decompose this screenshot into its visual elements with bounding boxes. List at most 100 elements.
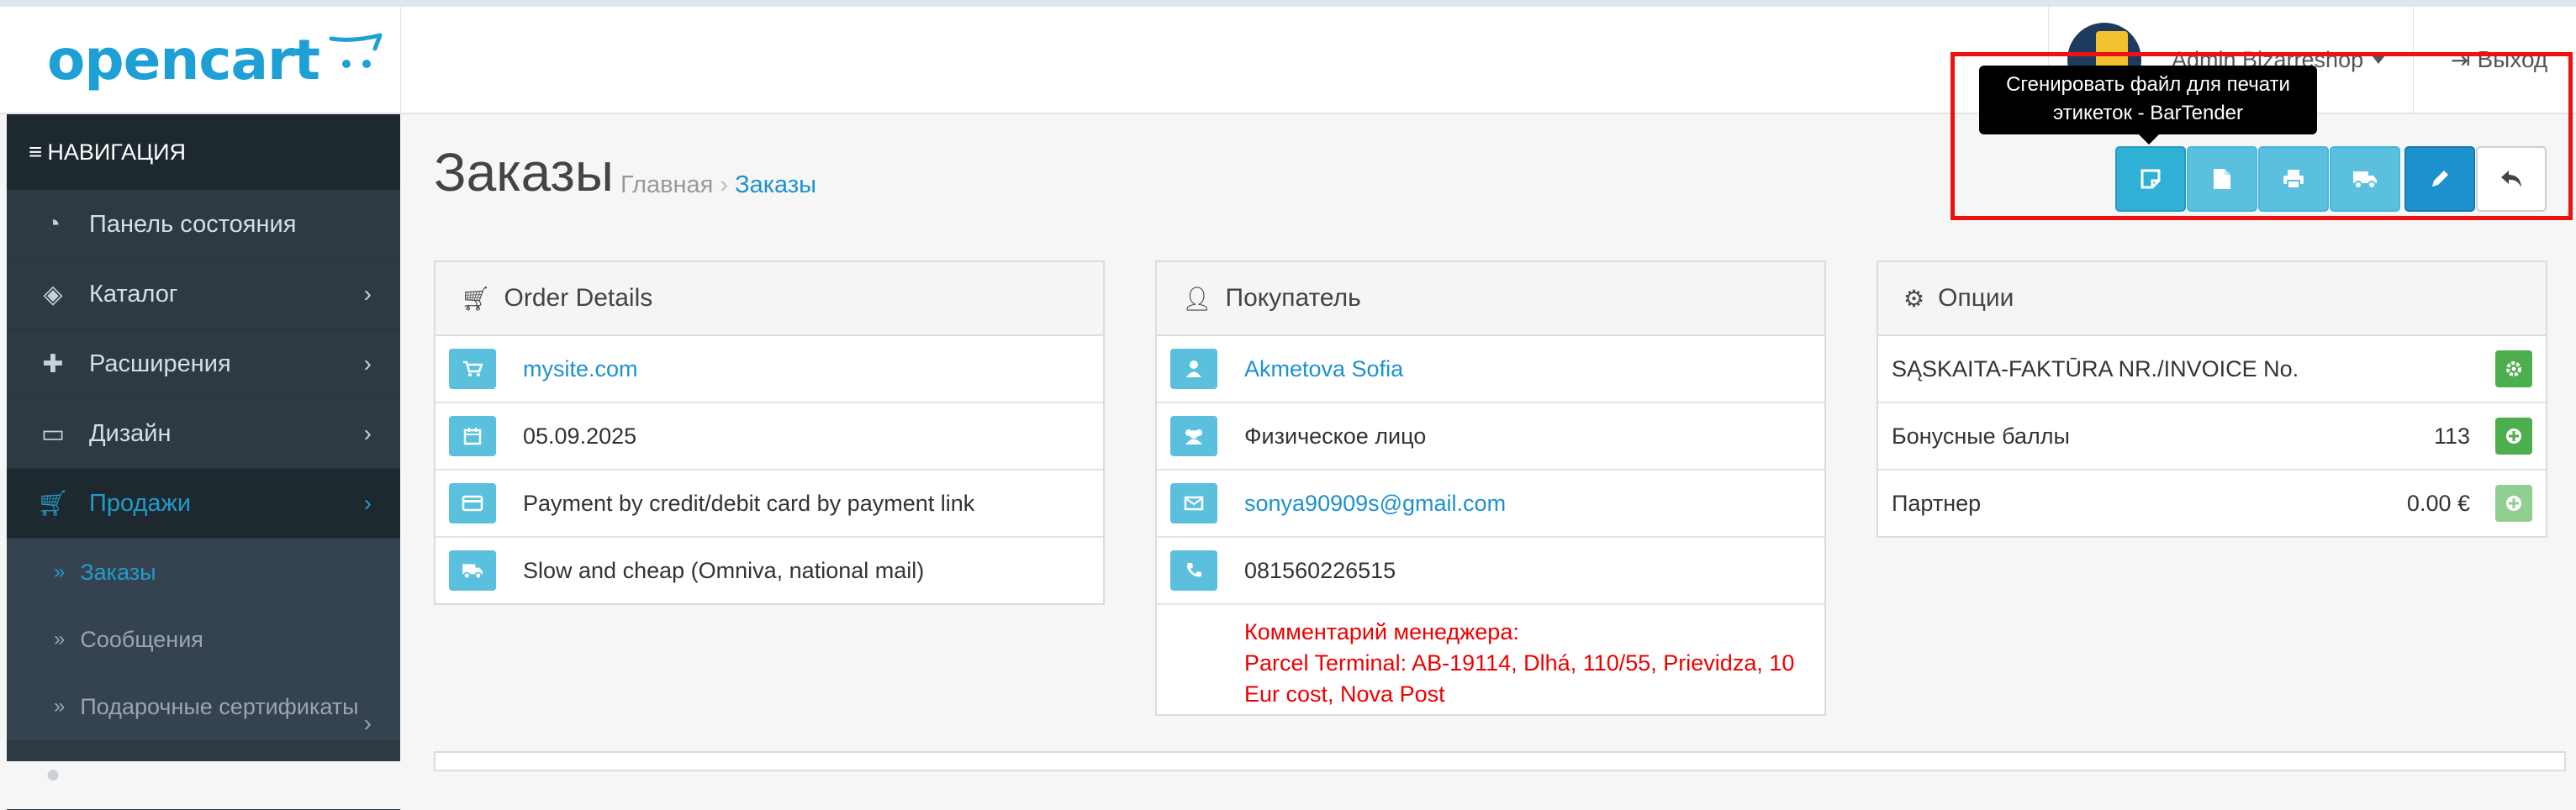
panel-title: Покупатель [1225,284,1361,312]
sidebar-item-dashboard[interactable]: ◔ Панель состояния [7,190,400,260]
sidebar-subitem-messages[interactable]: » Сообщения [7,606,400,673]
sidebar-item-catalog[interactable]: ◈ Каталог › [7,260,400,329]
chevron-right-icon: › [363,710,372,736]
phone-row: 081560226515 [1157,538,1824,605]
date-row: 05.09.2025 [435,403,1103,471]
customer-panel: 👤︎ Покупатель Akmetova Sofia Физическое … [1155,260,1826,716]
customer-name-link[interactable]: Akmetova Sofia [1244,356,1403,382]
window-top-bar [0,0,2576,7]
sidebar-item-label: Расширения [89,350,231,377]
invoice-row: SĄSKAITA-FAKTŪRA NR./INVOICE No. [1878,336,2546,403]
credit-card-icon [462,495,483,512]
gear-icon [2506,361,2521,376]
manager-comment-row: Комментарий менеджера: Parcel Terminal: … [1157,605,1824,714]
affiliate-row: Партнер 0.00 € [1878,471,2546,536]
payment-row: Payment by credit/debit card by payment … [435,471,1103,538]
shopping-cart-icon: 🛒︎ [461,285,491,312]
invoice-label: SĄSKAITA-FAKTŪRA NR./INVOICE No. [1892,355,2299,381]
shipping-row: Slow and cheap (Omniva, national mail) [435,538,1103,603]
payment-button[interactable] [449,483,496,523]
panel-title: Order Details [504,284,653,312]
double-chevron-icon: » [54,560,66,583]
order-date: 05.09.2025 [523,423,637,449]
breadcrumb-separator: › [720,171,729,198]
monitor-icon: ▭ [40,419,66,448]
customer-group: Физическое лицо [1244,423,1427,449]
panel-heading: 👤︎ Покупатель [1157,262,1824,336]
shipping-method: Slow and cheap (Omniva, national mail) [523,557,925,583]
manager-comment: Комментарий менеджера: Parcel Terminal: … [1244,617,1794,710]
user-icon: 👤︎ [1182,285,1212,312]
email-button[interactable] [1170,483,1217,523]
reward-value: 113 [2433,423,2470,449]
comment-line: Parcel Terminal: AB-19114, Dlhá, 110/55,… [1244,650,1795,676]
sidebar-subitem-label: Сообщения [80,626,203,652]
chevron-right-icon: › [363,350,372,376]
plus-circle-icon [2506,496,2521,511]
store-link[interactable]: mysite.com [523,356,638,382]
email-link[interactable]: sonya90909s@gmail.com [1244,491,1506,517]
store-button[interactable] [449,349,496,389]
email-row: sonya90909s@gmail.com [1157,471,1824,538]
sidebar-item-design[interactable]: ▭ Дизайн › [7,399,400,469]
add-reward-button[interactable] [2495,418,2532,455]
phone-number: 081560226515 [1244,557,1396,583]
sidebar-item-extensions[interactable]: ✚ Расширения › [7,329,400,399]
dashboard-icon: ◔ [45,210,61,238]
tags-icon: ◈ [43,280,63,308]
sidebar-subitem-gift-certificates[interactable]: » Подарочные сертификаты › [7,673,400,740]
customer-name-row: Akmetova Sofia [1157,336,1824,403]
affiliate-value: 0.00 € [2406,490,2470,516]
panel-heading: 🛒︎ Order Details [435,262,1103,336]
add-commission-button[interactable] [2495,485,2532,522]
order-panel-bottom [434,751,2566,771]
customer-group-button[interactable] [1170,416,1217,456]
page-title: Заказы [434,142,614,202]
calendar-icon [463,428,482,445]
sidebar-item-label: Продажи [89,489,192,517]
sidebar-subitem-orders[interactable]: » Заказы [7,539,400,606]
plus-circle-icon [2506,429,2521,444]
bars-icon: ≡ [29,139,43,165]
user-icon: ● [45,760,61,788]
nav-heading[interactable]: ≡ НАВИГАЦИЯ [7,114,400,190]
envelope-icon [1184,496,1204,511]
puzzle-icon: ✚ [42,350,64,378]
sidebar-item-label: Дизайн [89,419,172,447]
sidebar-item-customers[interactable]: ● [7,740,400,810]
breadcrumb-home[interactable]: Главная [620,171,713,198]
cart-icon [463,360,483,376]
breadcrumb: Главная › Заказы [620,171,816,199]
order-details-panel: 🛒︎ Order Details mysite.com 05.09.2025 P… [434,260,1105,605]
generate-invoice-button[interactable] [2495,350,2532,387]
customer-button[interactable] [1170,349,1217,389]
nav-heading-label: НАВИГАЦИЯ [47,139,186,165]
sidebar-item-label: Каталог [89,280,178,308]
logo-text: opencart [47,27,320,92]
payment-method: Payment by credit/debit card by payment … [523,490,975,516]
store-row: mysite.com [435,336,1103,403]
double-chevron-icon: » [54,628,66,650]
gear-icon: ⚙ [1903,285,1925,312]
reward-row: Бонусные баллы 113 [1878,403,2546,471]
chevron-right-icon: › [363,490,372,516]
logo[interactable]: opencart [7,7,401,113]
double-chevron-icon: » [54,695,66,718]
breadcrumb-orders[interactable]: Заказы [735,171,816,198]
date-button[interactable] [449,416,496,456]
sidebar-item-sales[interactable]: 🛒︎ Продажи › [7,469,400,539]
customer-group-row: Физическое лицо [1157,403,1824,471]
sidebar-subitem-label: Заказы [80,559,156,585]
logo-cart-icon [329,33,383,68]
truck-icon [462,564,483,580]
phone-button[interactable] [1170,550,1217,591]
options-panel: ⚙ Опции SĄSKAITA-FAKTŪRA NR./INVOICE No.… [1877,260,2547,538]
comment-line: Eur cost, Nova Post [1244,681,1445,707]
cart-icon: 🛒︎ [37,489,70,518]
affiliate-label: Партнер [1892,490,1982,516]
sidebar: ≡ НАВИГАЦИЯ ◔ Панель состояния ◈ Каталог… [7,114,400,810]
user-icon [1186,360,1201,377]
chevron-right-icon: › [363,281,372,307]
shipping-method-button[interactable] [449,550,496,591]
chevron-right-icon: › [363,420,372,446]
